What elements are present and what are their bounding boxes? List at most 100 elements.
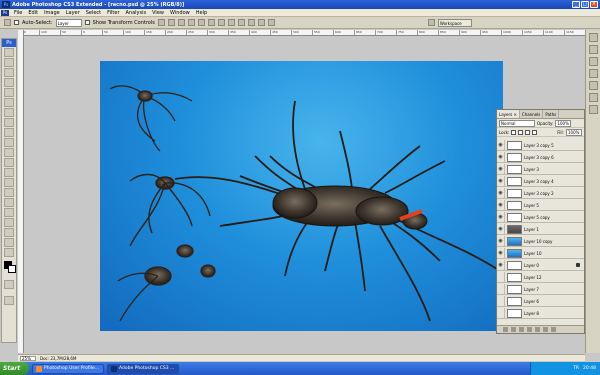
start-button[interactable]: Start <box>0 362 29 375</box>
layer-visibility-eye-icon[interactable]: ◉ <box>497 152 505 162</box>
layer-row[interactable]: ◉ Layer 1 <box>497 224 584 235</box>
photoshop-menu-icon[interactable]: Ps <box>1 9 9 16</box>
menu-layer[interactable]: Layer <box>63 10 83 16</box>
auto-select-dropdown[interactable]: Layer <box>55 18 82 27</box>
layer-row[interactable]: ◉ Layer 10 copy <box>497 236 584 247</box>
healing-brush-tool-icon[interactable] <box>4 108 14 117</box>
menu-image[interactable]: Image <box>41 10 63 16</box>
marquee-tool-icon[interactable] <box>4 58 14 67</box>
distribute-bottom-icon[interactable] <box>237 19 245 26</box>
move-tool-icon[interactable] <box>4 48 14 57</box>
distribute-top-icon[interactable] <box>217 19 225 26</box>
layer-visibility-eye-icon[interactable]: ◉ <box>497 200 505 210</box>
pen-tool-icon[interactable] <box>4 188 14 197</box>
layer-visibility-eye-icon[interactable] <box>497 308 505 318</box>
layer-row[interactable]: ◉ Layer 3 copy 2 <box>497 188 584 199</box>
gradient-tool-icon[interactable] <box>4 158 14 167</box>
delete-layer-icon[interactable] <box>551 327 556 332</box>
distribute-middle-icon[interactable] <box>227 19 235 26</box>
layer-row[interactable]: ◉ Layer 5 <box>497 200 584 211</box>
layer-visibility-eye-icon[interactable]: ◉ <box>497 176 505 186</box>
lock-pixels-icon[interactable] <box>518 129 524 135</box>
navigator-panel-icon[interactable] <box>588 33 598 42</box>
swatches-panel-icon[interactable] <box>588 69 598 78</box>
layer-row[interactable]: ◉ Layer 10 <box>497 248 584 259</box>
layer-row[interactable]: ◉ Layer 3 copy 6 <box>497 152 584 163</box>
align-middle-icon[interactable] <box>167 19 175 26</box>
crop-tool-icon[interactable] <box>4 88 14 97</box>
menu-analysis[interactable]: Analysis <box>123 10 150 16</box>
layer-visibility-eye-icon[interactable]: ◉ <box>497 248 505 258</box>
link-layers-icon[interactable] <box>503 327 508 332</box>
menu-file[interactable]: File <box>11 10 25 16</box>
layer-visibility-eye-icon[interactable]: ◉ <box>497 260 505 270</box>
layer-visibility-eye-icon[interactable]: ◉ <box>497 212 505 222</box>
align-right-icon[interactable] <box>207 19 215 26</box>
maximize-button[interactable]: □ <box>581 1 589 8</box>
language-indicator[interactable]: TR <box>573 366 579 371</box>
eraser-tool-icon[interactable] <box>4 148 14 157</box>
blend-mode-dropdown[interactable]: Normal <box>499 119 535 127</box>
layer-visibility-eye-icon[interactable] <box>497 284 505 294</box>
background-color-swatch[interactable] <box>8 265 16 273</box>
lasso-tool-icon[interactable] <box>4 68 14 77</box>
align-left-icon[interactable] <box>187 19 195 26</box>
clone-stamp-tool-icon[interactable] <box>4 128 14 137</box>
opacity-input[interactable]: 100% <box>555 119 572 127</box>
shape-tool-icon[interactable] <box>4 218 14 227</box>
close-button[interactable]: × <box>590 1 598 8</box>
layer-visibility-eye-icon[interactable]: ◉ <box>497 140 505 150</box>
dodge-tool-icon[interactable] <box>4 178 14 187</box>
layer-style-icon[interactable] <box>511 327 516 332</box>
workspace-dropdown[interactable]: Workspace <box>437 18 472 27</box>
align-bottom-icon[interactable] <box>177 19 185 26</box>
distribute-right-icon[interactable] <box>267 19 275 26</box>
styles-panel-icon[interactable] <box>588 81 598 90</box>
quick-mask-icon[interactable] <box>4 280 14 289</box>
tab-channels[interactable]: Channels <box>520 110 544 118</box>
menu-view[interactable]: View <box>149 10 167 16</box>
distribute-center-icon[interactable] <box>257 19 265 26</box>
magic-wand-tool-icon[interactable] <box>4 78 14 87</box>
workspace-icon[interactable] <box>427 19 435 26</box>
menu-edit[interactable]: Edit <box>25 10 41 16</box>
task-photoshop[interactable]: Adobe Photoshop CS3 ... <box>107 363 179 374</box>
auto-select-checkbox[interactable] <box>14 20 19 25</box>
menu-select[interactable]: Select <box>83 10 104 16</box>
lock-position-icon[interactable] <box>525 129 531 135</box>
distribute-left-icon[interactable] <box>247 19 255 26</box>
menu-window[interactable]: Window <box>167 10 193 16</box>
layer-row[interactable]: ◉ Layer 3 copy 5 <box>497 140 584 151</box>
move-tool-preset-icon[interactable] <box>4 19 11 26</box>
layer-visibility-eye-icon[interactable]: ◉ <box>497 188 505 198</box>
adjustment-layer-icon[interactable] <box>527 327 532 332</box>
menu-filter[interactable]: Filter <box>104 10 122 16</box>
layer-visibility-eye-icon[interactable]: ◉ <box>497 164 505 174</box>
lock-transparency-icon[interactable] <box>511 129 517 135</box>
align-center-icon[interactable] <box>197 19 205 26</box>
history-panel-icon[interactable] <box>588 93 598 102</box>
history-brush-tool-icon[interactable] <box>4 138 14 147</box>
layer-row[interactable]: Layer 6 <box>497 296 584 307</box>
menu-help[interactable]: Help <box>193 10 210 16</box>
layer-visibility-eye-icon[interactable] <box>497 272 505 282</box>
layer-row[interactable]: ◉ Layer 0 <box>497 260 584 271</box>
path-selection-tool-icon[interactable] <box>4 208 14 217</box>
blur-tool-icon[interactable] <box>4 168 14 177</box>
color-panel-icon[interactable] <box>588 57 598 66</box>
minimize-button[interactable]: _ <box>572 1 580 8</box>
show-transform-checkbox[interactable] <box>84 20 90 25</box>
tab-layers[interactable]: Layers × <box>497 110 520 118</box>
task-firefox[interactable]: Photoshop User Profile... <box>32 363 104 374</box>
align-top-icon[interactable] <box>157 19 165 26</box>
document-canvas[interactable] <box>100 61 503 331</box>
tab-paths[interactable]: Paths <box>543 110 560 118</box>
lock-all-icon[interactable] <box>532 129 538 135</box>
layer-row[interactable]: Layer 7 <box>497 284 584 295</box>
layer-row[interactable]: Layer 12 <box>497 272 584 283</box>
layer-row[interactable]: ◉ Layer 3 <box>497 164 584 175</box>
layer-row[interactable]: Layer 8 <box>497 308 584 319</box>
layer-mask-icon[interactable] <box>519 327 524 332</box>
info-panel-icon[interactable] <box>588 45 598 54</box>
notes-tool-icon[interactable] <box>4 228 14 237</box>
